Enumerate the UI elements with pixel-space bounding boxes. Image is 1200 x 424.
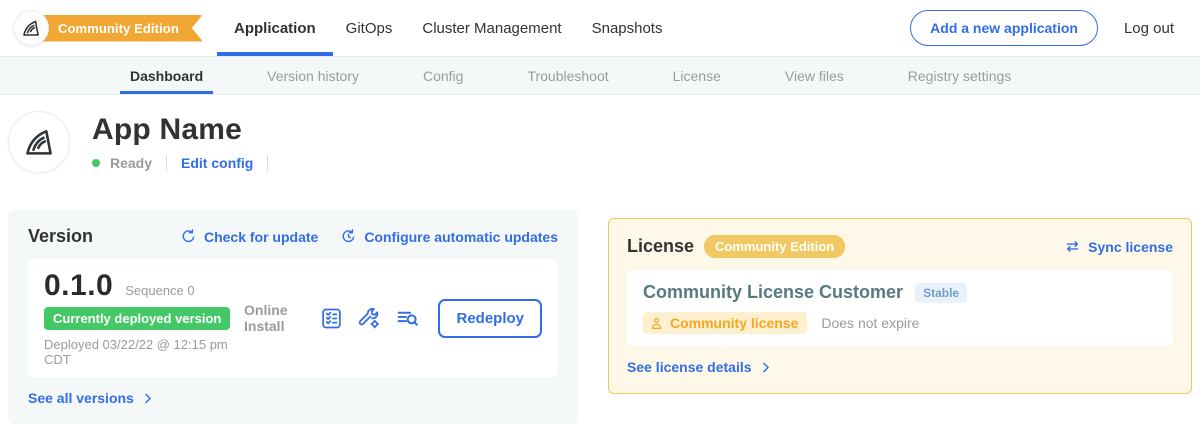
chevron-right-icon — [759, 361, 772, 374]
check-for-update-link[interactable]: Check for update — [180, 228, 318, 245]
chevron-right-icon — [141, 392, 154, 405]
currently-deployed-badge: Currently deployed version — [44, 307, 230, 330]
check-for-update-label: Check for update — [204, 229, 318, 245]
license-details-box: Community License Customer Stable Commun… — [627, 270, 1173, 346]
app-avatar — [8, 111, 70, 173]
deployed-timestamp: Deployed 03/22/22 @ 12:15 pm CDT — [44, 337, 244, 367]
configure-automatic-updates-link[interactable]: Configure automatic updates — [340, 228, 558, 245]
logout-link[interactable]: Log out — [1124, 20, 1174, 37]
sub-nav-version-history[interactable]: Version history — [267, 57, 359, 94]
expiration-label: Does not expire — [821, 315, 919, 331]
dashboard-cards: Version Check for update — [0, 210, 1200, 424]
version-card-title: Version — [28, 226, 93, 247]
top-nav-application[interactable]: Application — [234, 0, 316, 56]
sync-arrows-icon — [1064, 238, 1081, 255]
edition-ribbon-label: Community Edition — [58, 21, 179, 36]
see-all-versions-label: See all versions — [28, 390, 134, 406]
sequence-label: Sequence 0 — [125, 283, 194, 298]
config-wrench-icon[interactable] — [357, 306, 382, 331]
sub-nav-config[interactable]: Config — [423, 57, 463, 94]
see-license-details-link[interactable]: See license details — [627, 359, 772, 375]
install-type-label: Online Install — [244, 302, 303, 334]
sub-nav-registry-settings[interactable]: Registry settings — [908, 57, 1011, 94]
see-all-versions-link[interactable]: See all versions — [28, 390, 154, 406]
edit-config-link[interactable]: Edit config — [181, 155, 253, 171]
top-nav-cluster-management[interactable]: Cluster Management — [422, 0, 561, 56]
see-license-details-label: See license details — [627, 359, 752, 375]
replicated-logo — [13, 10, 49, 46]
top-nav-gitops[interactable]: GitOps — [346, 0, 393, 56]
license-card-title: License — [627, 236, 694, 257]
sub-nav-view-files[interactable]: View files — [785, 57, 844, 94]
customer-name: Community License Customer — [643, 282, 903, 303]
status-dot — [92, 159, 100, 167]
refresh-icon — [180, 228, 197, 245]
status-badge: Ready — [110, 155, 152, 171]
community-edition-badge: Community Edition — [704, 235, 845, 258]
license-card: License Community Edition Sync license C… — [608, 218, 1192, 394]
sub-nav-license[interactable]: License — [673, 57, 721, 94]
page-title: App Name — [92, 113, 272, 147]
release-notes-search-icon[interactable] — [395, 306, 420, 331]
channel-badge: Stable — [915, 283, 967, 303]
sub-nav-troubleshoot[interactable]: Troubleshoot — [527, 57, 608, 94]
license-type-badge: Community license — [643, 312, 807, 334]
top-nav: Application GitOps Cluster Management Sn… — [234, 0, 662, 56]
app-header: App Name Ready Edit config — [0, 95, 1200, 195]
version-card: Version Check for update — [8, 210, 578, 424]
sub-nav-dashboard[interactable]: Dashboard — [130, 57, 203, 94]
divider — [267, 155, 268, 171]
top-nav-snapshots[interactable]: Snapshots — [592, 0, 663, 56]
add-new-application-button[interactable]: Add a new application — [910, 10, 1098, 46]
configure-automatic-updates-label: Configure automatic updates — [364, 229, 558, 245]
clock-refresh-icon — [340, 228, 357, 245]
sub-nav: Dashboard Version history Config Trouble… — [0, 57, 1200, 95]
edition-ribbon: Community Edition — [30, 15, 203, 42]
divider — [166, 155, 167, 171]
redeploy-button[interactable]: Redeploy — [438, 299, 542, 338]
version-number: 0.1.0 — [44, 269, 113, 303]
license-type-label: Community license — [670, 315, 798, 331]
person-icon — [649, 316, 664, 331]
top-header: Community Edition Application GitOps Clu… — [0, 0, 1200, 57]
sync-license-link[interactable]: Sync license — [1064, 238, 1173, 255]
preflight-checklist-icon[interactable] — [319, 306, 344, 331]
current-version-box: 0.1.0 Sequence 0 Currently deployed vers… — [28, 259, 558, 377]
top-right-actions: Add a new application Log out — [910, 10, 1174, 46]
sync-license-label: Sync license — [1088, 239, 1173, 255]
brand: Community Edition — [0, 15, 206, 42]
